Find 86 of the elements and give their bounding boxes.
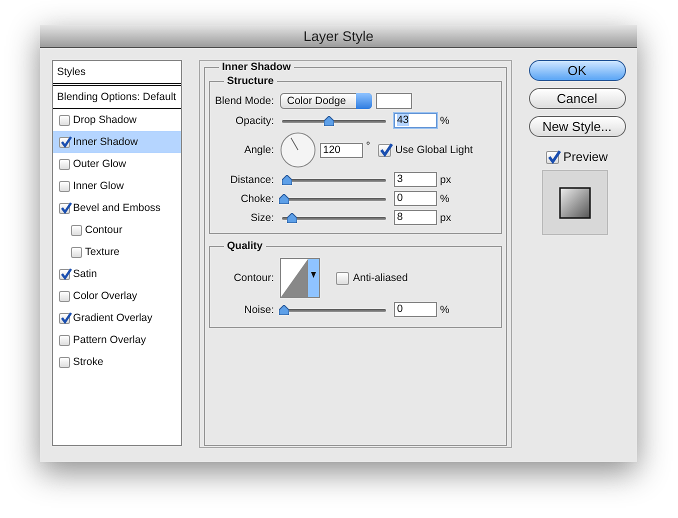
style-label: Gradient Overlay <box>73 312 152 324</box>
checkbox[interactable] <box>59 136 70 148</box>
style-item[interactable]: Bevel and Emboss <box>53 197 181 219</box>
style-item[interactable]: Pattern Overlay <box>53 329 181 351</box>
slider[interactable] <box>282 304 386 316</box>
field-label: Blend Mode: <box>214 95 274 107</box>
value-field[interactable]: 0 <box>394 302 437 317</box>
field-label: Opacity: <box>234 114 274 126</box>
checkbox-label: Anti-aliased <box>353 272 408 284</box>
checkbox[interactable] <box>59 334 70 346</box>
checkbox[interactable] <box>59 158 70 170</box>
section-title: Structure <box>226 75 275 87</box>
checkbox[interactable] <box>59 180 70 192</box>
window-title: Layer Style <box>303 28 374 44</box>
checkbox-label: Preview <box>563 150 608 164</box>
field-label: Distance: <box>229 174 274 186</box>
angle-dial[interactable] <box>280 132 316 168</box>
style-label: Pattern Overlay <box>73 334 146 346</box>
style-item[interactable]: Texture <box>53 241 181 263</box>
checkbox[interactable] <box>59 290 70 302</box>
dialog-button[interactable]: Cancel <box>528 88 626 109</box>
value-field[interactable]: 0 <box>394 191 437 206</box>
checkbox[interactable] <box>336 272 349 284</box>
slider-thumb[interactable] <box>282 174 292 184</box>
field-label: Size: <box>250 212 274 224</box>
style-label: Bevel and Emboss <box>73 202 161 214</box>
checkbox[interactable] <box>71 246 82 258</box>
checkbox[interactable] <box>59 202 70 214</box>
color-swatch[interactable] <box>376 93 412 109</box>
style-label: Stroke <box>73 356 104 368</box>
value-field[interactable]: 43 <box>394 113 437 128</box>
style-item[interactable]: Stroke <box>53 351 181 373</box>
style-item[interactable]: Contour <box>53 219 181 241</box>
contour-picker[interactable] <box>280 258 320 298</box>
style-item[interactable]: Gradient Overlay <box>53 307 181 329</box>
square-icon <box>559 186 591 218</box>
unit-label: px <box>440 212 452 224</box>
degree-label: ° <box>366 140 370 152</box>
field-label: Noise: <box>243 304 274 316</box>
slider[interactable] <box>282 212 386 224</box>
dialog-button[interactable]: OK <box>528 60 626 81</box>
slider[interactable] <box>282 192 386 204</box>
style-item[interactable]: Drop Shadow <box>53 109 181 131</box>
slider[interactable] <box>282 174 386 186</box>
field-label: Angle: <box>243 144 274 156</box>
slider-thumb[interactable] <box>279 304 289 314</box>
checkbox[interactable] <box>59 268 70 280</box>
unit-label: % <box>440 192 450 204</box>
checkbox[interactable] <box>71 224 82 236</box>
style-item[interactable]: Outer Glow <box>53 153 181 175</box>
unit-label: % <box>440 304 450 316</box>
style-item[interactable]: Satin <box>53 263 181 285</box>
style-label: Contour <box>85 224 122 236</box>
style-label: Inner Shadow <box>73 136 138 148</box>
style-label: Outer Glow <box>73 158 126 170</box>
style-label: Drop Shadow <box>73 114 137 126</box>
blending-options-item[interactable]: Blending Options: Default <box>53 86 181 109</box>
checkbox[interactable] <box>378 144 392 156</box>
value-field[interactable]: 120 <box>320 142 363 158</box>
checkbox[interactable] <box>546 150 560 164</box>
value-field[interactable]: 3 <box>394 172 437 187</box>
slider[interactable] <box>282 114 386 126</box>
checkbox-label: Use Global Light <box>395 144 473 156</box>
style-label: Texture <box>85 246 120 258</box>
style-item[interactable]: Color Overlay <box>53 285 181 307</box>
style-item[interactable]: Inner Glow <box>53 175 181 197</box>
style-item[interactable]: Inner Shadow <box>53 131 181 153</box>
slider-thumb[interactable] <box>287 212 298 222</box>
checkbox[interactable] <box>59 312 70 324</box>
style-label: Inner Glow <box>73 180 124 192</box>
list-header: Styles <box>53 61 181 86</box>
unit-label: px <box>440 174 452 186</box>
style-label: Color Overlay <box>73 290 138 302</box>
section-title: Quality <box>226 240 264 252</box>
section-title: Inner Shadow <box>221 61 292 73</box>
slider-thumb[interactable] <box>279 194 289 204</box>
unit-label: % <box>440 114 450 126</box>
blend-mode-dropdown[interactable]: Color Dodge <box>280 93 372 109</box>
field-label: Contour: <box>232 272 274 284</box>
style-label: Satin <box>73 268 97 280</box>
checkbox[interactable] <box>59 356 70 368</box>
dialog-button[interactable]: New Style... <box>528 116 626 137</box>
field-label: Choke: <box>240 192 274 204</box>
value-field[interactable]: 8 <box>394 210 437 225</box>
checkbox[interactable] <box>59 114 70 126</box>
slider-thumb[interactable] <box>324 116 334 126</box>
